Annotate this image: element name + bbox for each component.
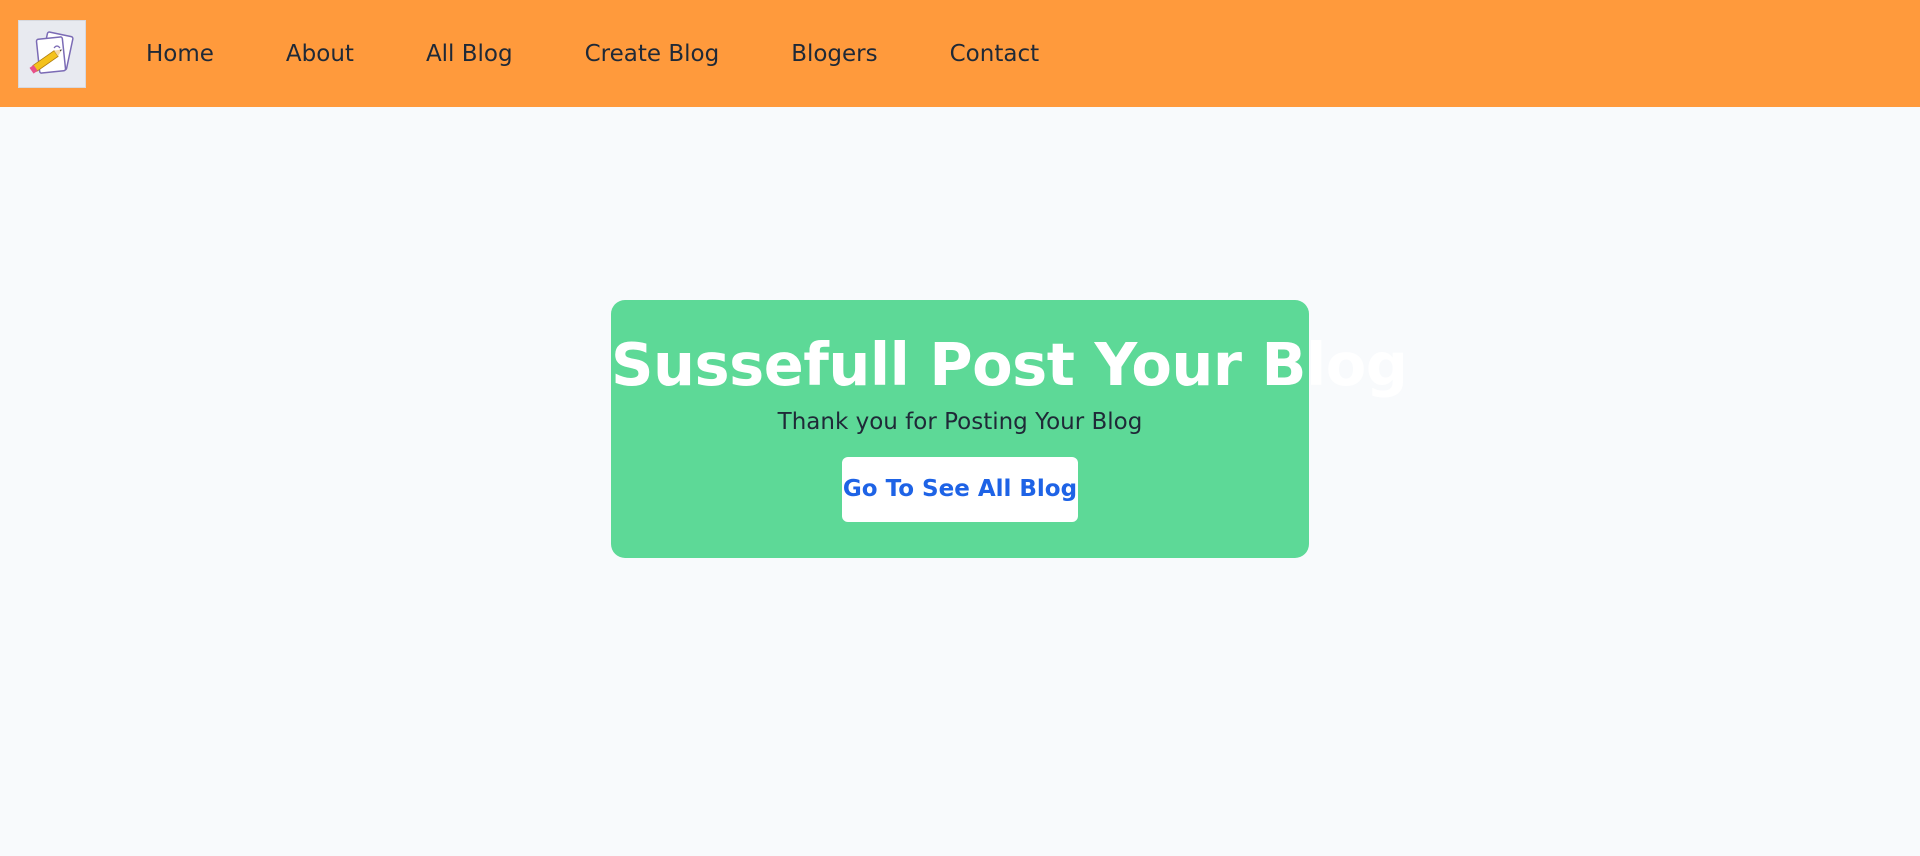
nav-link-about[interactable]: About <box>286 41 354 67</box>
site-logo[interactable] <box>18 20 86 88</box>
notepad-pencil-icon <box>29 31 74 74</box>
navbar: Home About All Blog Create Blog Blogers … <box>0 0 1920 107</box>
nav-link-contact[interactable]: Contact <box>950 41 1039 67</box>
nav-link-blogers[interactable]: Blogers <box>791 41 877 67</box>
success-card: Sussefull Post Your Blog Thank you for P… <box>611 300 1408 558</box>
success-title: Sussefull Post Your Blog <box>611 330 1408 399</box>
nav-link-all-blog[interactable]: All Blog <box>426 41 513 67</box>
nav-link-home[interactable]: Home <box>146 41 214 67</box>
nav-link-create-blog[interactable]: Create Blog <box>585 41 720 67</box>
success-subtitle: Thank you for Posting Your Blog <box>777 409 1143 435</box>
main-nav: Home About All Blog Create Blog Blogers … <box>146 0 1111 107</box>
see-all-blog-button[interactable]: Go To See All Blog <box>842 457 1078 522</box>
